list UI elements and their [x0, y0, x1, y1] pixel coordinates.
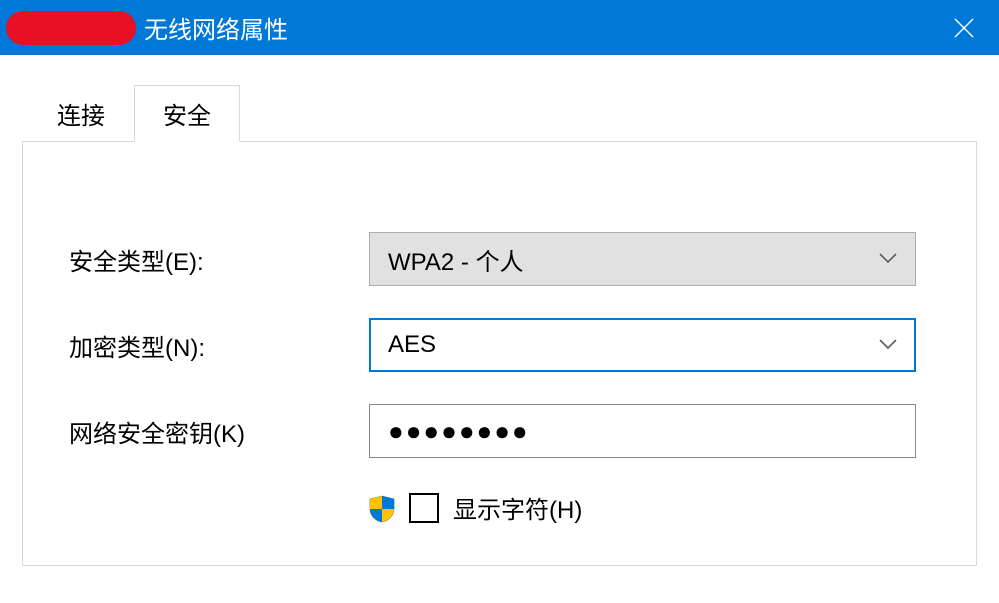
- encryption-type-value: AES: [388, 331, 436, 359]
- tab-security-label: 安全: [163, 103, 211, 130]
- chevron-down-icon: [879, 335, 897, 356]
- security-panel: 安全类型(E): WPA2 - 个人 加密类型(N): AES 网络安全密钥(K…: [22, 141, 977, 566]
- tab-security[interactable]: 安全: [134, 85, 240, 142]
- window-title: 无线网络属性: [144, 10, 288, 45]
- titlebar-left-group: 无线网络属性: [0, 0, 288, 55]
- redacted-network-name: [6, 11, 136, 45]
- window-titlebar: 无线网络属性: [0, 0, 999, 55]
- tab-strip: 连接 安全: [28, 85, 995, 142]
- network-key-input[interactable]: ●●●●●●●●: [369, 404, 916, 458]
- close-icon: [953, 17, 975, 39]
- security-type-value: WPA2 - 个人: [388, 242, 524, 277]
- show-characters-checkbox[interactable]: [409, 493, 439, 523]
- close-button[interactable]: [929, 0, 999, 55]
- network-key-masked-value: ●●●●●●●●: [388, 416, 530, 447]
- encryption-type-label: 加密类型(N):: [69, 328, 369, 363]
- tab-connection-label: 连接: [57, 103, 105, 130]
- show-characters-label[interactable]: 显示字符(H): [453, 490, 582, 525]
- tab-connection[interactable]: 连接: [28, 85, 134, 142]
- security-type-combobox[interactable]: WPA2 - 个人: [369, 232, 916, 286]
- network-key-label: 网络安全密钥(K): [69, 414, 369, 449]
- security-type-label: 安全类型(E):: [69, 242, 369, 277]
- encryption-type-combobox[interactable]: AES: [369, 318, 916, 372]
- chevron-down-icon: [879, 249, 897, 270]
- uac-shield-icon: [369, 495, 395, 521]
